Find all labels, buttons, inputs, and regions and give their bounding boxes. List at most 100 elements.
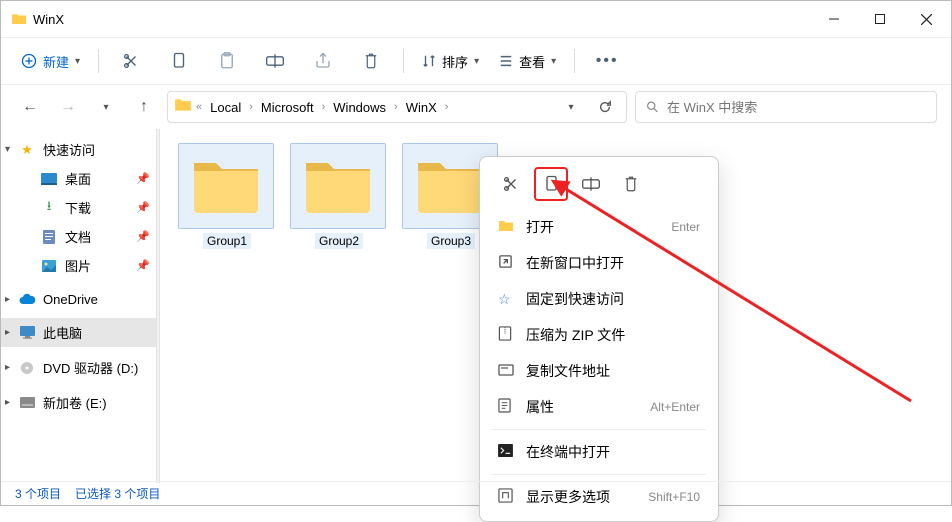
sidebar-item-label: DVD 驱动器 (D:) (43, 358, 138, 377)
chevron-right-icon: ▸ (5, 327, 10, 338)
sidebar-item-label: 新加卷 (E:) (43, 393, 107, 412)
refresh-button[interactable] (590, 92, 620, 122)
folder-item[interactable]: Group1 (178, 143, 276, 250)
cut-button[interactable] (109, 43, 153, 79)
separator (492, 474, 706, 475)
sidebar-item-desktop[interactable]: 桌面 📌 (1, 164, 156, 193)
ctx-copy-path[interactable]: 复制文件地址 (484, 353, 714, 389)
new-button[interactable]: 新建 ▾ (13, 48, 88, 75)
share-button[interactable] (301, 43, 345, 79)
recent-button[interactable]: ▾ (91, 92, 121, 122)
sort-button[interactable]: 排序 ▾ (414, 48, 487, 75)
ctx-cut-button[interactable] (494, 167, 528, 201)
search-input[interactable] (667, 100, 926, 115)
delete-button[interactable] (349, 43, 393, 79)
folder-label: Group1 (203, 233, 251, 249)
clipboard-icon (219, 52, 235, 70)
path-icon (498, 363, 514, 379)
status-selected: 已选择 3 个项目 (75, 485, 160, 502)
list-icon (499, 54, 513, 68)
sidebar-item-pictures[interactable]: 图片 📌 (1, 251, 156, 280)
view-label: 查看 (519, 52, 545, 71)
sidebar-item-this-pc[interactable]: ▸ 此电脑 (1, 318, 156, 347)
chevron-down-icon: ▾ (474, 56, 479, 67)
ctx-label: 压缩为 ZIP 文件 (526, 325, 625, 345)
ctx-label: 属性 (526, 397, 554, 417)
rename-button[interactable] (253, 43, 297, 79)
chevron-right-icon: › (443, 101, 451, 113)
terminal-icon (498, 444, 514, 460)
breadcrumb-segment[interactable]: WinX (402, 98, 441, 117)
folder-label: Group3 (427, 233, 475, 249)
minimize-button[interactable] (811, 1, 857, 37)
chevron-down-icon: ▾ (5, 144, 10, 155)
download-icon: ⭳ (41, 200, 57, 216)
ctx-properties[interactable]: 属性 Alt+Enter (484, 389, 714, 425)
ctx-label: 固定到快速访问 (526, 289, 624, 309)
sidebar-item-onedrive[interactable]: ▸ OneDrive (1, 286, 156, 312)
folder-icon (498, 219, 514, 236)
star-icon: ☆ (498, 291, 514, 308)
sidebar-item-dvd[interactable]: ▸ DVD 驱动器 (D:) (1, 353, 156, 382)
folder-label: Group2 (315, 233, 363, 249)
ctx-pin-quick-access[interactable]: ☆ 固定到快速访问 (484, 281, 714, 317)
title-bar: WinX (1, 1, 951, 37)
address-row: ← → ▾ ↑ « Local › Microsoft › Windows › … (1, 85, 951, 129)
pin-icon: 📌 (136, 259, 150, 272)
ctx-delete-button[interactable] (614, 167, 648, 201)
share-icon (314, 52, 332, 70)
chevron-down-icon: ▾ (551, 56, 556, 67)
sidebar-item-label: 桌面 (65, 169, 91, 188)
close-button[interactable] (903, 1, 949, 37)
history-dropdown[interactable]: ▾ (556, 92, 586, 122)
ctx-copy-button[interactable] (534, 167, 568, 201)
context-menu: 打开 Enter 在新窗口中打开 ☆ 固定到快速访问 压缩为 ZIP 文件 复制… (479, 156, 719, 522)
up-button[interactable]: ↑ (129, 92, 159, 122)
star-icon: ★ (19, 142, 35, 158)
sort-label: 排序 (442, 52, 468, 71)
chevron-right-icon: ▸ (5, 362, 10, 373)
trash-icon (623, 175, 639, 193)
chevron-right-icon: ▸ (5, 294, 10, 305)
paste-button[interactable] (205, 43, 249, 79)
copy-icon (544, 175, 559, 193)
zip-icon (498, 326, 514, 344)
folder-icon (190, 157, 262, 215)
chevron-right-icon: › (320, 101, 328, 113)
ctx-open-new-window[interactable]: 在新窗口中打开 (484, 245, 714, 281)
rename-icon (265, 53, 285, 69)
sidebar-item-documents[interactable]: 文档 📌 (1, 222, 156, 251)
ctx-hint: Alt+Enter (650, 400, 700, 414)
pc-icon (19, 325, 35, 341)
chevron-right-icon: « (194, 101, 204, 113)
ctx-label: 复制文件地址 (526, 361, 610, 381)
sidebar-item-downloads[interactable]: ⭳ 下载 📌 (1, 193, 156, 222)
view-button[interactable]: 查看 ▾ (491, 48, 564, 75)
back-button[interactable]: ← (15, 92, 45, 122)
new-label: 新建 (43, 52, 69, 71)
maximize-button[interactable] (857, 1, 903, 37)
sidebar-item-volume[interactable]: ▸ 新加卷 (E:) (1, 388, 156, 417)
desktop-icon (41, 171, 57, 187)
picture-icon (41, 258, 57, 274)
search-box[interactable] (635, 91, 937, 123)
sidebar-item-label: 图片 (65, 256, 91, 275)
ctx-open[interactable]: 打开 Enter (484, 209, 714, 245)
ctx-open-terminal[interactable]: 在终端中打开 (484, 434, 714, 470)
folder-icon (302, 157, 374, 215)
ctx-compress-zip[interactable]: 压缩为 ZIP 文件 (484, 317, 714, 353)
drive-icon (19, 395, 35, 411)
breadcrumb-segment[interactable]: Windows (329, 98, 390, 117)
pin-icon: 📌 (136, 172, 150, 185)
breadcrumb-segment[interactable]: Local (206, 98, 245, 117)
chevron-right-icon: ▸ (5, 397, 10, 408)
ctx-rename-button[interactable] (574, 167, 608, 201)
forward-button[interactable]: → (53, 92, 83, 122)
folder-item[interactable]: Group2 (290, 143, 388, 250)
sidebar-item-quick-access[interactable]: ▾ ★ 快速访问 (1, 135, 156, 164)
more-button[interactable]: ••• (585, 43, 629, 79)
properties-icon (498, 398, 514, 416)
breadcrumb-segment[interactable]: Microsoft (257, 98, 318, 117)
address-bar[interactable]: « Local › Microsoft › Windows › WinX › ▾ (167, 91, 627, 123)
copy-button[interactable] (157, 43, 201, 79)
